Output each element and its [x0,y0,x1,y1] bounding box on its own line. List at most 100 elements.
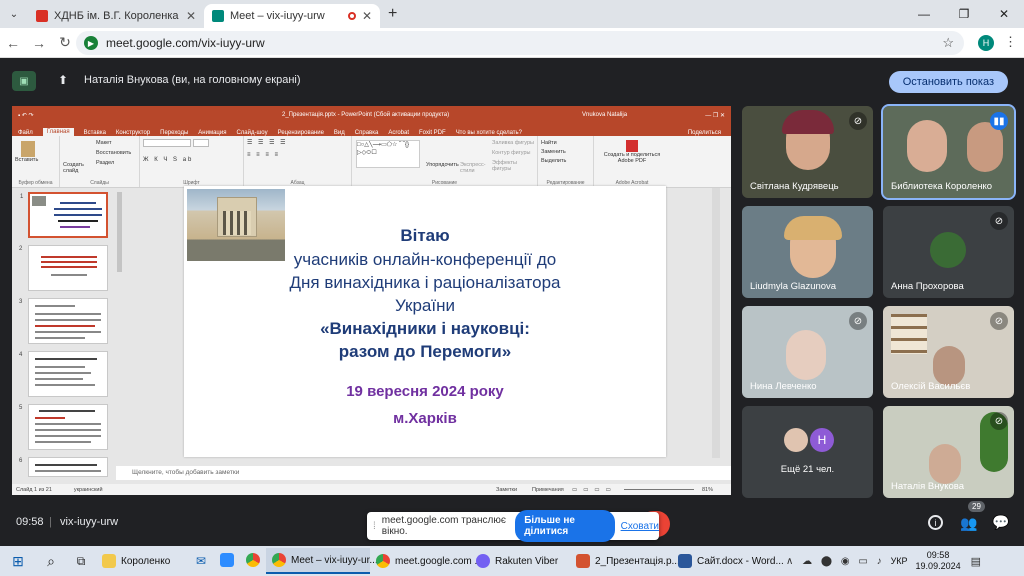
notifications-icon[interactable]: ▤ [971,555,981,568]
taskbar-item[interactable]: Сайт.docx - Word... [672,548,784,574]
close-icon[interactable]: ✕ [186,9,196,23]
reload-icon[interactable]: ↻ [52,34,78,51]
close-window-icon[interactable]: ✕ [984,7,1024,21]
stop-presenting-button[interactable]: Остановить показ [888,71,1008,93]
notes-toggle[interactable]: Заметки [496,487,517,493]
slide-thumbnail[interactable]: 2 [19,245,108,291]
tab-hdnb[interactable]: ХДНБ ім. В.Г. Короленка - vnnn ✕ [28,4,204,28]
participant-hair [784,216,842,240]
profile-avatar[interactable]: Н [978,35,994,51]
speaking-indicator-icon: ▮▮ [990,112,1008,130]
slide-scrollbar[interactable] [712,188,720,458]
close-icon[interactable]: ✕ [362,9,372,23]
create-slide-button[interactable]: Создать слайд [63,162,93,174]
font-format-icons[interactable]: Ж К Ч S ab [143,157,240,163]
participant-tile[interactable]: ⊘ Світлана Кудрявець [742,106,873,198]
ppt-ribbon: Вставить Буфер обмена Создать слайд Маке… [12,136,731,188]
new-tab-button[interactable]: + [388,5,397,23]
ppt-title-bar: ▪ ↶ ↷ 2_Презентація.pptx - PowerPoint (С… [12,106,731,124]
participant-avatar [930,232,966,268]
participant-tile[interactable]: ⊘ Олексій Васильєв [883,306,1014,398]
thumbnail-scrollbar[interactable] [117,192,122,272]
clock[interactable]: 09:58 19.09.2024 [916,550,961,572]
taskbar-item[interactable]: 2_Презентація.p... [570,548,680,574]
taskbar-item[interactable]: Meet – vix-iuyy-ur... [266,548,378,574]
info-icon[interactable]: i [928,515,943,530]
font-size-box[interactable] [192,139,209,147]
hide-button[interactable]: Сховати [621,521,659,532]
select-button[interactable]: Выделить [541,158,590,164]
participant-tile[interactable]: ▮▮ Библиотека Короленко [881,104,1016,200]
stop-sharing-button[interactable]: Більше не ділитися [515,510,615,542]
view-buttons[interactable]: ▭▭▭▭ [572,487,617,493]
participant-tile[interactable]: ⊘ Наталія Внукова [883,406,1014,498]
zoom-app-icon[interactable] [214,552,240,570]
ppt-tab-home[interactable]: Главная [42,128,74,136]
participant-tile[interactable]: ⊘ Нина Левченко [742,306,873,398]
outline-button[interactable]: Контур фигуры [492,150,530,156]
taskbar-item[interactable]: meet.google.com ... [370,548,483,574]
search-icon[interactable]: ⌕ [36,553,66,570]
chrome-icon[interactable] [240,552,266,570]
chat-icon[interactable]: 💬 [992,514,1009,531]
participant-tile[interactable]: Liudmyla Glazunova [742,206,873,298]
back-icon[interactable]: ← [0,35,26,51]
ppt-window-controls[interactable]: — ❐ ✕ [705,112,725,119]
slide-thumbnail[interactable]: 1 [20,192,108,238]
find-button[interactable]: Найти [541,140,590,146]
word-icon [678,554,692,568]
font-name-box[interactable] [143,139,191,147]
zoom-slider[interactable] [624,489,694,490]
shapes-gallery[interactable]: □○△╲⟶▭⬠☆ ⌒{}▷◇⬭☐ [356,140,420,168]
taskbar-item[interactable]: Короленко [96,548,188,574]
restore-icon[interactable]: ❐ [944,7,984,21]
align-icons[interactable]: ≡ ≡ ≡ ≡ [247,152,348,158]
mail-icon[interactable]: ✉ [188,554,214,568]
tray-icons[interactable]: ∧ ☁ ⬤ ◉ ▭ ♪ [786,556,885,567]
tab-meet[interactable]: Meet – vix-iuyy-urw ✕ [204,4,380,28]
fill-button[interactable]: Заливка фигуры [492,140,534,146]
drag-handle-icon[interactable]: ⁞ [373,521,376,532]
slide-thumbnail[interactable]: 3 [19,298,108,344]
start-icon[interactable]: ⊞ [0,553,36,570]
forward-icon[interactable]: → [26,35,52,51]
paragraph-icons[interactable]: ☰ ☰ ☰ ☰ [247,139,348,146]
thumb-number: 3 [19,299,23,305]
save-icon[interactable]: ▪ ↶ ↷ [18,112,34,119]
browser-menu-icon[interactable]: ⋮ [1004,34,1017,50]
layout-button[interactable]: Макет [96,140,112,146]
group-clipboard: Вставить Буфер обмена [12,136,60,187]
slide-thumbnail[interactable]: 6 [19,457,108,477]
quick-styles-button[interactable]: Экспресс-стили [460,162,490,174]
effects-button[interactable]: Эффекты фигуры [492,160,537,172]
comments-toggle[interactable]: Примечания [532,487,564,493]
create-share-pdf-button[interactable]: Создать и поделиться Adobe PDF [597,152,667,164]
replace-button[interactable]: Заменить [541,149,590,155]
tab-search-chevron-icon[interactable]: ⌄ [0,9,28,20]
slide-thumbnail[interactable]: 4 [19,351,108,397]
section-button[interactable]: Раздел [96,160,114,166]
slide-thumbnail[interactable]: 5 [19,404,108,450]
address-bar-row: ← → ↻ ▶ meet.google.com/vix-iuyy-urw ☆ Н… [0,28,1024,58]
reset-button[interactable]: Восстановить [96,150,131,156]
zoom-level[interactable]: 81% [702,487,713,493]
bookmark-star-icon[interactable]: ☆ [942,35,954,51]
paste-button[interactable]: Вставить [15,157,56,163]
mic-off-icon: ⊘ [990,212,1008,230]
participant-video [907,120,947,172]
taskbar-item[interactable]: Rakuten Viber [470,548,570,574]
arrange-button[interactable]: Упорядочить [426,162,459,168]
url-bar[interactable]: ▶ meet.google.com/vix-iuyy-urw ☆ [76,31,964,55]
keyboard-language[interactable]: УКР [891,556,908,566]
site-info-icon[interactable]: ▶ [84,36,98,50]
layout-icon[interactable]: ▣ [12,71,36,91]
task-view-icon[interactable]: ⧉ [66,554,96,569]
participant-name: Наталія Внукова [891,481,965,492]
paste-icon[interactable] [21,141,35,157]
people-icon[interactable]: 👥 [960,515,977,532]
participant-tile[interactable]: ⊘ Анна Прохорова [883,206,1014,298]
taskbar-label: Сайт.docx - Word... [697,555,784,567]
minimize-icon[interactable]: — [904,7,944,21]
more-participants-tile[interactable]: Н Ещё 21 чел. [742,406,873,498]
notes-pane[interactable]: Щелкните, чтобы добавить заметки [116,466,731,480]
